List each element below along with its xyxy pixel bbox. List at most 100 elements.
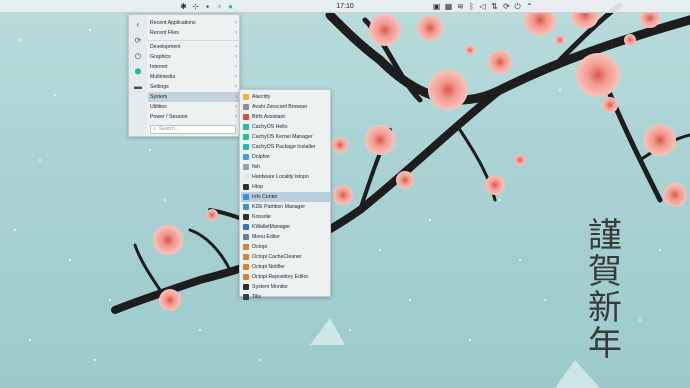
submenu-item-octopi-notifier[interactable]: Octopi Notifier [241,262,330,272]
menu-separator [148,40,240,41]
system-monitor-app-icon [243,284,249,290]
submenu-item-label: KDE Partition Manager [252,204,306,210]
calligraphy-char: 賀 [588,252,622,292]
mountain-shape-2 [555,360,600,388]
submenu-item-octopi-repository-editor[interactable]: Octopi Repository Editor [241,272,330,282]
submenu-item-kde-partition-manager[interactable]: KDE Partition Manager [241,202,330,212]
submenu-item-label: Btrfs Assistant [252,114,285,120]
octopi-notifier-app-icon [243,264,249,270]
chevron-right-icon: › [235,30,237,36]
submenu-item-label: Octopi [252,244,267,250]
expand-icon[interactable]: ⌃ [525,2,534,11]
submenu-item-menu-editor[interactable]: Menu Editor [241,232,330,242]
menu-item-multimedia[interactable]: Multimedia › [148,72,240,82]
submenu-item-octopi-cachecleaner[interactable]: Octopi CacheCleaner [241,252,330,262]
submenu-item-konsole[interactable]: Konsole [241,212,330,222]
submenu-item-kwalletmanager[interactable]: KWalletManager [241,222,330,232]
avahi-zeroconf-browser-app-icon [243,104,249,110]
application-launcher-icon[interactable]: ✱ [179,2,188,11]
back-icon[interactable]: ‹ [133,20,143,30]
submenu-item-info-center[interactable]: Info Center [241,192,330,202]
submenu-item-label: Octopi Repository Editor [252,274,309,280]
submenu-item-label: KWalletManager [252,224,291,230]
submenu-item-label: Info Center [252,194,278,200]
cachyos-logo-icon[interactable]: ⬢ [133,67,143,77]
menu-item-system[interactable]: System › [148,92,240,102]
btrfs-assistant-app-icon [243,114,249,120]
chevron-right-icon: › [235,20,237,26]
submenu-item-label: fish [252,164,261,170]
submenu-item-avahi-zeroconf-browser[interactable]: Avahi Zeroconf Browser [241,102,330,112]
terminal-icon[interactable]: ▪ [203,2,212,11]
konsole-app-icon [243,214,249,220]
wifi-icon[interactable]: ≋ [456,2,465,11]
submenu-item-label: Tilix [252,294,262,300]
bluetooth-icon[interactable]: ᛒ [467,2,476,11]
cachyos-kernel-manager-app-icon [243,134,249,140]
clock[interactable]: 17:10 [330,2,360,11]
info-center-app-icon [243,194,249,200]
mountain-shape [310,318,345,345]
submenu-item-fish[interactable]: fish [241,162,330,172]
system-submenu: Alacritty Avahi Zeroconf Browser Btrfs Ass… [239,89,331,300]
kde-partition-manager-app-icon [243,204,249,210]
submenu-item-cachyos-package-installer[interactable]: CachyOS Package Installer [241,142,330,152]
menu-item-power-session[interactable]: Power / Session › [148,112,240,122]
submenu-item-label: Konsole [252,214,271,220]
window-icon[interactable]: ▫ [215,2,224,11]
cachyos-package-installer-app-icon [243,144,249,150]
menu-item-recent-applications[interactable]: Recent Applications › [148,18,240,28]
chevron-right-icon: › [235,64,237,70]
pin-icon[interactable]: ⊹ [191,2,200,11]
submenu-item-cachyos-kernel-manager[interactable]: CachyOS Kernel Manager [241,132,330,142]
network-icon[interactable]: ⇅ [490,2,499,11]
package-icon[interactable]: ▦ [444,2,453,11]
menu-item-utilities[interactable]: Utilities › [148,102,240,112]
submenu-item-label: Htop [252,184,263,190]
chevron-right-icon: › [235,84,237,90]
search-input[interactable]: ⌕ Search... [150,125,236,134]
launcher-sidebar: ‹ ⟳ ⏻ ⬢ ▬ [129,15,147,136]
kwalletmanager-app-icon [243,224,249,230]
submenu-item-label: Alacritty [252,94,271,100]
menu-editor-app-icon [243,234,249,240]
top-panel: ✱ ⊹ ▪ ▫ ● 17:10 ▣ ▦ ≋ ᛒ ◁ ⇅ ⟳ ⏻ ⌃ [0,0,690,13]
volume-icon[interactable]: ◁ [478,2,487,11]
htop-app-icon [243,184,249,190]
submenu-item-htop[interactable]: Htop [241,182,330,192]
application-launcher: ‹ ⟳ ⏻ ⬢ ▬ Recent Applications › Recent Fi… [128,14,240,137]
submenu-item-hardware-locality-lstopo[interactable]: Hardware Locality lstopo [241,172,330,182]
chevron-right-icon: › [235,54,237,60]
chevron-right-icon: › [235,104,237,110]
hardware-locality-lstopo-app-icon [243,174,249,180]
menu-item-graphics[interactable]: Graphics › [148,52,240,62]
menu-item-internet[interactable]: Internet › [148,62,240,72]
refresh-icon[interactable]: ⟳ [133,36,143,46]
submenu-item-alacritty[interactable]: Alacritty [241,92,330,102]
power-icon[interactable]: ⏻ [513,2,522,11]
display-icon[interactable]: ▬ [133,82,143,92]
cachyos-hello-app-icon [243,124,249,130]
cachyos-icon[interactable]: ● [226,2,235,11]
menu-item-development[interactable]: Development › [148,42,240,52]
menu-item-recent-files[interactable]: Recent Files › [148,28,240,38]
chevron-right-icon: › [235,114,237,120]
updates-icon[interactable]: ⟳ [502,2,511,11]
submenu-item-label: Hardware Locality lstopo [252,174,309,180]
submenu-item-label: CachyOS Kernel Manager [252,134,313,140]
submenu-item-dolphin[interactable]: Dolphin [241,152,330,162]
alacritty-app-icon [243,94,249,100]
submenu-item-system-monitor[interactable]: System Monitor [241,282,330,292]
submenu-item-tilix[interactable]: Tilix [241,292,330,302]
power-icon[interactable]: ⏻ [133,52,143,62]
clipboard-icon[interactable]: ▣ [432,2,441,11]
submenu-item-label: System Monitor [252,284,289,290]
calligraphy-char: 新 [588,288,622,328]
search-icon: ⌕ [153,126,156,132]
submenu-item-cachyos-hello[interactable]: CachyOS Hello [241,122,330,132]
submenu-item-btrfs-assistant[interactable]: Btrfs Assistant [241,112,330,122]
submenu-item-octopi[interactable]: Octopi [241,242,330,252]
menu-item-settings[interactable]: Settings › [148,82,240,92]
submenu-item-label: Menu Editor [252,234,280,240]
submenu-item-label: Avahi Zeroconf Browser [252,104,308,110]
